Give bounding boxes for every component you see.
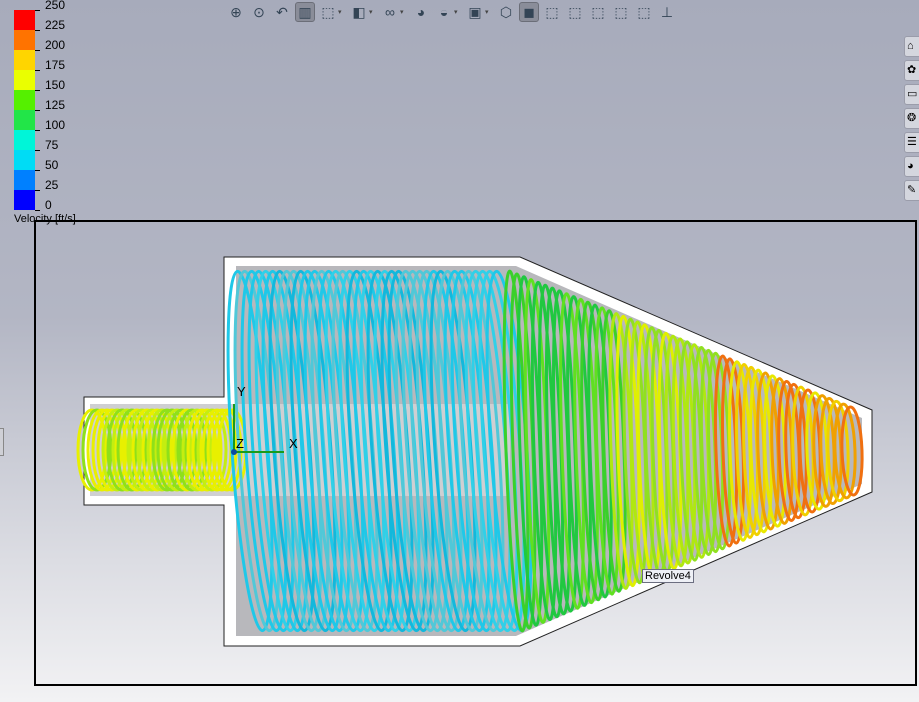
- feature-manager-toggle[interactable]: [0, 428, 4, 456]
- feature-tooltip: Revolve4: [642, 569, 694, 583]
- viewport-frame: [34, 220, 917, 686]
